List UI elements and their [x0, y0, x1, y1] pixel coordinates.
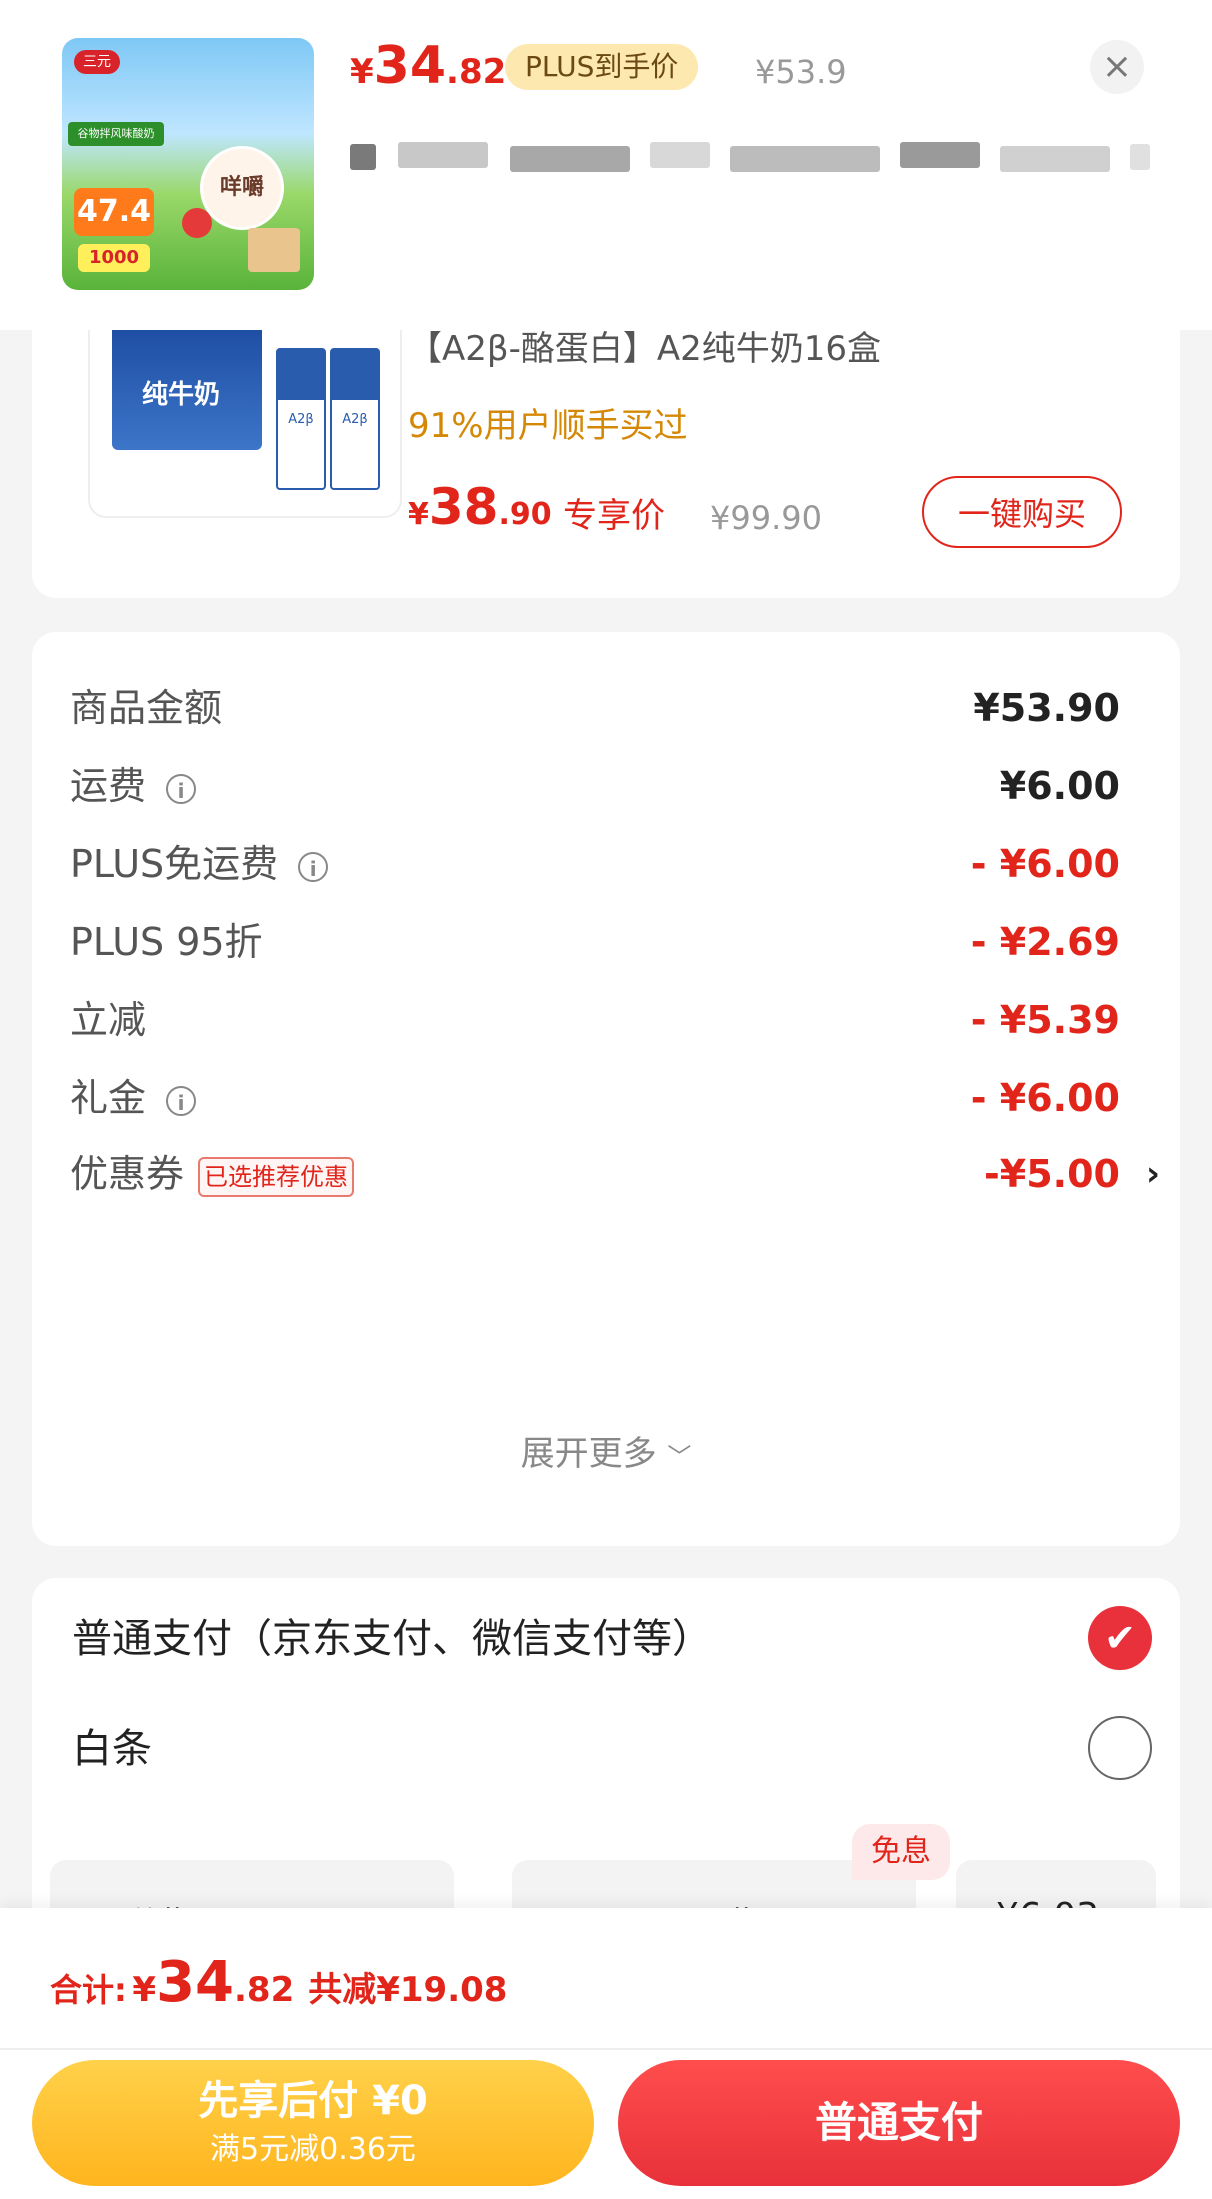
- empty-radio-icon[interactable]: [1088, 1716, 1152, 1780]
- price-integer: 38: [428, 478, 499, 536]
- info-icon[interactable]: i: [166, 773, 197, 804]
- price-decimal: .90: [498, 497, 552, 532]
- summary-row-coupon[interactable]: 优惠券 已选推荐优惠 -¥5.00 ›: [70, 1144, 1160, 1204]
- exclusive-price-label: 专享价: [563, 496, 665, 536]
- carton-label: 纯牛奶: [142, 380, 221, 410]
- check-circle-icon[interactable]: ✔: [1088, 1606, 1152, 1670]
- summary-label: 立减: [70, 998, 147, 1042]
- plus-final-price: ¥34.82: [350, 36, 506, 96]
- blur-block: [1000, 146, 1110, 172]
- summary-value: -¥5.00: [984, 1152, 1120, 1196]
- summary-value: ¥6.00: [999, 764, 1120, 808]
- info-icon[interactable]: i: [298, 851, 329, 882]
- plus-price-badge: PLUS到手价: [505, 44, 699, 90]
- summary-label: 优惠券: [70, 1152, 185, 1196]
- blurred-product-name: [350, 132, 1150, 182]
- summary-row-shipping: 运费 i ¥6.00: [70, 756, 1120, 816]
- recommended-original-price: ¥99.90: [710, 499, 822, 537]
- price-integer: 34: [156, 1950, 234, 2015]
- summary-value: - ¥6.00: [970, 1076, 1120, 1120]
- summary-row-gift-money: 礼金 i - ¥6.00: [70, 1068, 1120, 1128]
- product-header: 三元 谷物拌风味酸奶 47.4 1000 咩嚼 ¥34.82 PLUS到手价 ¥…: [0, 0, 1212, 330]
- close-icon: ×: [1101, 46, 1133, 87]
- recommended-product-image[interactable]: 纯牛奶 A2β A2β: [88, 330, 402, 518]
- price-currency: ¥: [132, 1970, 157, 2010]
- chevron-right-icon: ›: [1145, 1154, 1160, 1194]
- blur-block: [900, 142, 980, 168]
- blur-block: [730, 146, 880, 172]
- summary-row-plus-discount: PLUS 95折 - ¥2.69: [70, 912, 1120, 972]
- coupon-recommended-tag: 已选推荐优惠: [198, 1156, 355, 1197]
- summary-label: PLUS 95折: [70, 920, 263, 964]
- chevron-down-icon: ﹀: [667, 1443, 692, 1471]
- expand-more-button[interactable]: 展开更多 ﹀: [32, 1432, 1180, 1479]
- blur-block: [1130, 144, 1150, 170]
- summary-label: 运费: [70, 764, 147, 808]
- payment-option-label: 白条: [72, 1726, 152, 1772]
- summary-label-wrap: 礼金 i: [70, 1068, 197, 1128]
- price-decimal: .82: [234, 1970, 295, 2010]
- summary-row-instant-discount: 立减 - ¥5.39: [70, 990, 1120, 1050]
- milk-carton-graphic: 纯牛奶: [112, 330, 262, 450]
- one-click-buy-button[interactable]: 一键购买: [922, 476, 1122, 548]
- summary-label-wrap: 运费 i: [70, 756, 197, 816]
- price-summary-card: 商品金额 ¥53.90 运费 i ¥6.00 PLUS免运费 i - ¥6.00 P…: [32, 632, 1180, 1546]
- thumbnail-price-badge: 47.4: [74, 188, 154, 236]
- order-total: 合计: ¥34.82 共减¥19.08: [50, 1950, 507, 2015]
- thumbnail-brand-mark: 咩嚼: [200, 146, 284, 230]
- recommended-product-title[interactable]: 【A2β-酪蛋白】A2纯牛奶16盒: [408, 325, 881, 373]
- pay-later-title: 先享后付 ¥0: [198, 2078, 428, 2124]
- pack-label: A2β: [288, 412, 314, 427]
- payment-option-normal[interactable]: 普通支付（京东支付、微信支付等） ✔: [72, 1604, 1152, 1674]
- summary-value: - ¥5.39: [970, 998, 1120, 1042]
- payment-option-label: 普通支付（京东支付、微信支付等）: [72, 1616, 712, 1662]
- pay-later-subtitle: 满5元减0.36元: [210, 2132, 416, 2167]
- milk-pack-graphic: A2β: [276, 348, 326, 490]
- blur-block: [510, 146, 630, 172]
- info-icon[interactable]: i: [166, 1085, 197, 1116]
- price-decimal: .82: [446, 52, 507, 92]
- payment-method-card: 普通支付（京东支付、微信支付等） ✔ 白条 不分期 ¥11.60×3期 ¥6.0…: [32, 1578, 1180, 1928]
- blur-block: [350, 144, 376, 170]
- price-currency: ¥: [350, 52, 374, 92]
- checkout-bar: 合计: ¥34.82 共减¥19.08 先享后付 ¥0 满5元减0.36元 普通支…: [0, 1908, 1212, 2199]
- purchase-hint: 91%用户顺手买过: [408, 406, 688, 446]
- summary-label: 礼金: [70, 1076, 147, 1120]
- brand-logo: 三元: [74, 50, 120, 74]
- expand-more-label: 展开更多: [520, 1434, 657, 1474]
- summary-label: PLUS免运费: [70, 842, 279, 886]
- original-price: ¥53.9: [755, 53, 847, 91]
- summary-label-wrap: PLUS免运费 i: [70, 834, 329, 894]
- normal-pay-button[interactable]: 普通支付: [618, 2060, 1180, 2186]
- summary-value: ¥53.90: [973, 686, 1120, 730]
- divider: [0, 2048, 1212, 2050]
- total-savings: 共减¥19.08: [308, 1970, 508, 2010]
- summary-label-wrap: 优惠券 已选推荐优惠: [70, 1144, 355, 1204]
- interest-free-tag: 免息: [852, 1824, 950, 1880]
- pack-band: [332, 350, 378, 400]
- blur-block: [398, 142, 488, 168]
- product-thumbnail[interactable]: 三元 谷物拌风味酸奶 47.4 1000 咩嚼: [62, 38, 314, 290]
- price-currency: ¥: [408, 497, 429, 532]
- total-label: 合计:: [50, 1971, 127, 2009]
- blur-block: [650, 142, 710, 168]
- price-integer: 34: [373, 36, 447, 96]
- pack-band: [278, 350, 324, 400]
- payment-option-baitiao[interactable]: 白条: [72, 1714, 1152, 1784]
- pack-label: A2β: [342, 412, 368, 427]
- summary-row-plus-free-shipping: PLUS免运费 i - ¥6.00: [70, 834, 1120, 894]
- summary-label: 商品金额: [70, 686, 223, 730]
- summary-value: - ¥6.00: [970, 842, 1120, 886]
- thumbnail-sub-badge: 1000: [78, 244, 150, 272]
- strawberry-graphic: [182, 208, 212, 238]
- summary-row-goods-amount: 商品金额 ¥53.90: [70, 678, 1120, 738]
- thumbnail-tag: 谷物拌风味酸奶: [68, 122, 164, 146]
- milk-pack-graphic: A2β: [330, 348, 380, 490]
- pay-later-button[interactable]: 先享后付 ¥0 满5元减0.36元: [32, 2060, 594, 2186]
- summary-value: - ¥2.69: [970, 920, 1120, 964]
- recommended-product-price: ¥38.90: [408, 478, 552, 536]
- product-box-graphic: [248, 228, 300, 272]
- close-button[interactable]: ×: [1090, 40, 1144, 94]
